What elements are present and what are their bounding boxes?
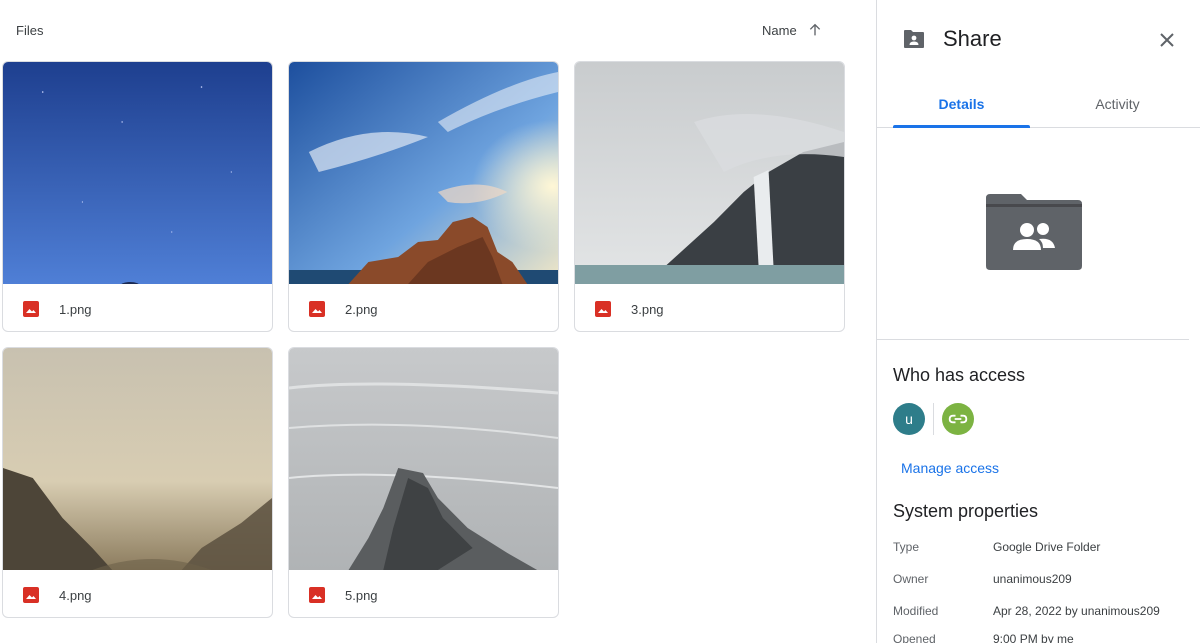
tab-activity[interactable]: Activity	[1049, 80, 1186, 127]
file-thumbnail	[289, 62, 558, 284]
property-value: 9:00 PM by me	[993, 632, 1074, 643]
property-key: Owner	[893, 572, 929, 586]
file-name: 4.png	[59, 588, 92, 603]
file-thumbnail	[575, 62, 844, 284]
property-value: Google Drive Folder	[993, 540, 1101, 554]
shared-folder-icon	[904, 30, 924, 48]
system-properties-title: System properties	[893, 501, 1039, 521]
file-card-footer: 5.png	[289, 570, 558, 617]
files-title: Files	[16, 23, 44, 38]
file-name: 3.png	[631, 302, 664, 317]
files-pane: Files Name 1.png 2.png 3.png 4.png 5.png	[0, 0, 876, 643]
image-file-icon	[23, 587, 39, 603]
file-card-footer: 4.png	[3, 570, 272, 617]
tab-details[interactable]: Details	[893, 80, 1030, 128]
file-card[interactable]: 3.png	[574, 61, 845, 332]
property-row: Owner unanimous209	[893, 572, 1193, 590]
avatar[interactable]: u	[893, 403, 925, 435]
file-name: 1.png	[59, 302, 92, 317]
file-thumbnail	[289, 348, 558, 570]
file-thumbnail	[3, 62, 272, 284]
property-row: Modified Apr 28, 2022 by unanimous209	[893, 604, 1193, 622]
file-name: 5.png	[345, 588, 378, 603]
file-thumbnail	[3, 348, 272, 570]
details-pane: Share Details Activity Who has access u …	[876, 0, 1200, 643]
details-title: Share	[943, 26, 1002, 51]
app: Files Name 1.png 2.png 3.png 4.png 5.png…	[0, 0, 1200, 643]
file-card[interactable]: 4.png	[2, 347, 273, 618]
file-card-footer: 3.png	[575, 284, 844, 331]
manage-access-link[interactable]: Manage access	[901, 460, 999, 476]
file-card-footer: 2.png	[289, 284, 558, 331]
sort-label: Name	[762, 22, 797, 38]
file-card[interactable]: 2.png	[288, 61, 559, 332]
shared-folder-icon	[986, 194, 1082, 270]
property-value: unanimous209	[993, 572, 1072, 586]
section-divider	[877, 339, 1189, 340]
avatar-divider	[933, 403, 934, 435]
file-card[interactable]: 5.png	[288, 347, 559, 618]
image-file-icon	[595, 301, 611, 317]
who-has-access-title: Who has access	[893, 365, 1026, 385]
image-file-icon	[309, 301, 325, 317]
sort-by-name-button[interactable]: Name	[756, 16, 829, 44]
arrow-up-icon	[809, 23, 820, 36]
details-tabs: Details Activity	[877, 80, 1200, 128]
property-row: Type Google Drive Folder	[893, 540, 1193, 558]
file-name: 2.png	[345, 302, 378, 317]
close-icon[interactable]	[1155, 28, 1179, 52]
property-key: Opened	[893, 632, 936, 643]
property-key: Modified	[893, 604, 939, 618]
image-file-icon	[23, 301, 39, 317]
property-value: Apr 28, 2022 by unanimous209	[993, 604, 1160, 618]
property-key: Type	[893, 540, 920, 554]
image-file-icon	[309, 587, 325, 603]
property-row: Opened 9:00 PM by me	[893, 632, 1193, 643]
files-header: Files Name	[0, 0, 876, 60]
link-icon	[948, 414, 968, 424]
file-card-footer: 1.png	[3, 284, 272, 331]
file-card[interactable]: 1.png	[2, 61, 273, 332]
link-sharing-button[interactable]	[942, 403, 974, 435]
